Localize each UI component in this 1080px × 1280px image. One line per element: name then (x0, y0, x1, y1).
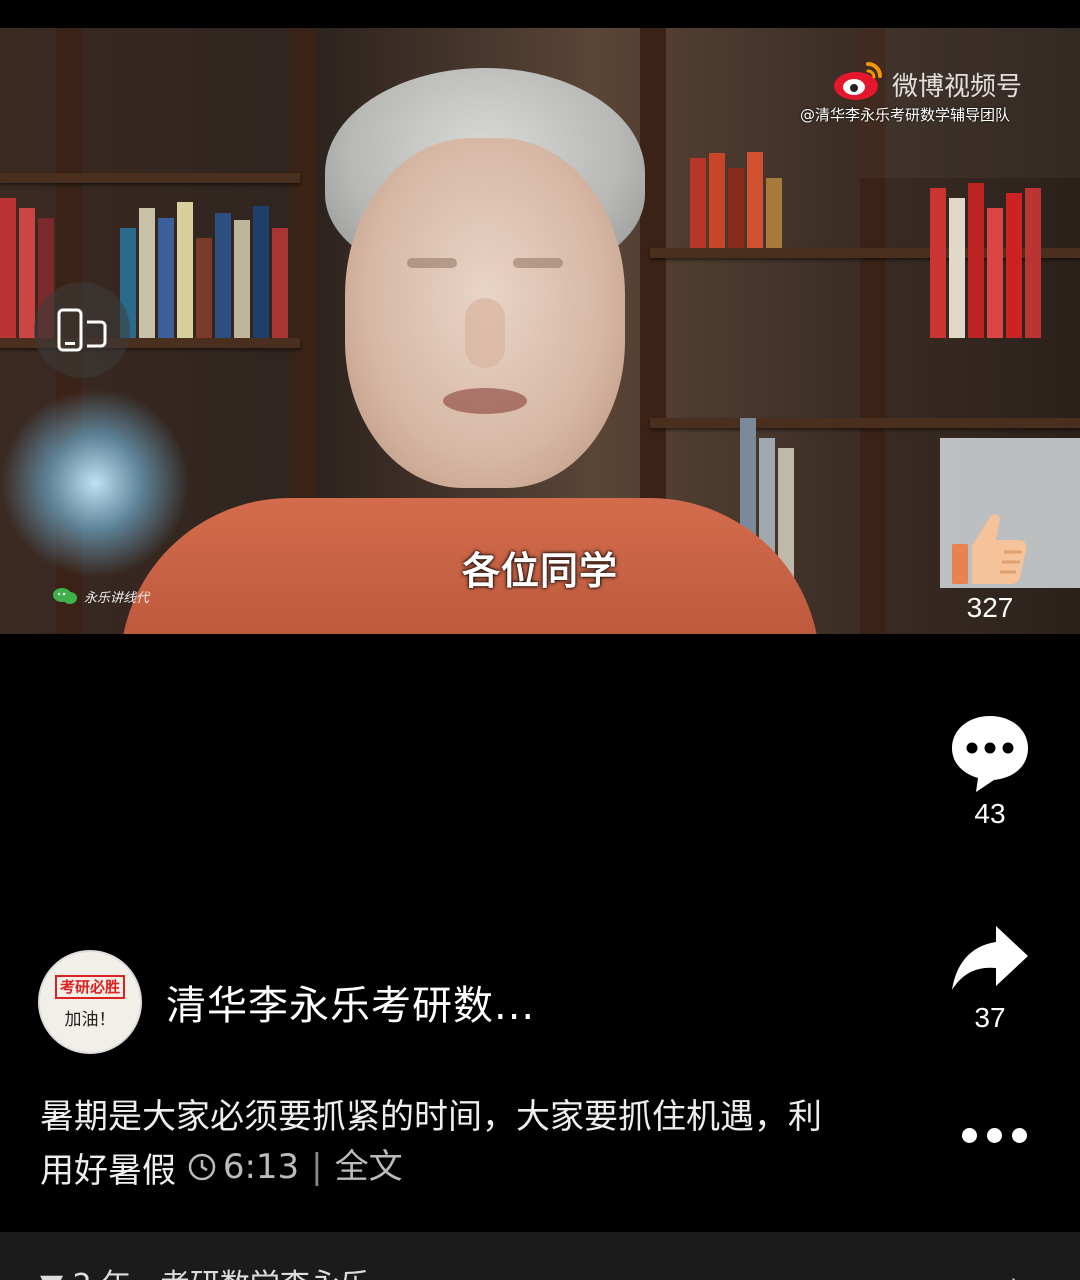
more-dot-icon (962, 1128, 977, 1143)
video-player[interactable]: 各位同学 微博视频号 @清华李永乐考研数学辅导团队 永乐讲线代 (0, 28, 1080, 634)
avatar-bottom-text: 加油！ (64, 1009, 116, 1030)
rotate-screen-button[interactable] (34, 282, 130, 378)
post-description: 暑期是大家必须要抓紧的时间，大家要抓住机遇，利用好暑假 6:13 | 全文 (40, 1092, 840, 1196)
wechat-watermark: 永乐讲线代 (52, 586, 149, 606)
full-text-link[interactable]: 全文 (335, 1142, 403, 1192)
books (930, 178, 1041, 338)
avatar-top-text: 考研必胜 (54, 974, 125, 999)
comment-count: 43 (974, 798, 1006, 829)
author-name[interactable]: 清华李永乐考研数... (166, 973, 535, 1031)
shelf-board (650, 418, 1080, 428)
watermark-title: 微博视频号 (892, 72, 1023, 102)
books (690, 148, 782, 248)
video-subtitle: 各位同学 (462, 549, 619, 593)
rotate-screen-icon (57, 308, 107, 352)
more-options-button[interactable] (962, 1128, 1027, 1143)
chevron-right-icon: › (1010, 1266, 1021, 1280)
author-row[interactable]: 考研必胜 加油！ 清华李永乐考研数... (38, 950, 535, 1054)
separator: | (311, 1147, 323, 1187)
shelf-board (0, 173, 300, 183)
status-strip (0, 0, 1080, 28)
weibo-logo-icon (834, 62, 882, 100)
comment-button[interactable]: 43 (940, 712, 1040, 830)
share-count: 37 (974, 1002, 1006, 1033)
thumbs-up-icon (952, 514, 1027, 584)
post-text: 暑期是大家必须要抓紧的时间，大家要抓住机遇，利用好暑假 (40, 1097, 822, 1191)
more-dot-icon (1012, 1128, 1027, 1143)
speaker-face (345, 138, 625, 488)
video-duration: 6:13 (222, 1147, 300, 1187)
bottom-bar[interactable]: ▼ 2 年 · 考研数学李永乐 › (0, 1232, 1080, 1280)
speaker (300, 68, 670, 498)
author-avatar[interactable]: 考研必胜 加油！ (38, 950, 142, 1054)
like-button[interactable]: 327 (940, 508, 1040, 624)
clock-icon (188, 1153, 216, 1181)
wechat-icon (53, 588, 77, 604)
glass-reflection (860, 28, 1080, 178)
watermark-handle: @清华李永乐考研数学辅导团队 (800, 106, 1011, 124)
share-arrow-icon (952, 926, 1028, 990)
more-dot-icon (987, 1128, 1002, 1143)
post-meta: 6:13 | 全文 (187, 1142, 403, 1192)
wechat-watermark-text: 永乐讲线代 (84, 590, 150, 606)
comment-icon (952, 716, 1028, 792)
light-glare (0, 388, 190, 578)
like-count: 327 (966, 592, 1014, 623)
bottom-bar-text: ▼ 2 年 · 考研数学李永乐 (40, 1260, 370, 1280)
books (120, 198, 288, 338)
share-button[interactable]: 37 (940, 922, 1040, 1034)
